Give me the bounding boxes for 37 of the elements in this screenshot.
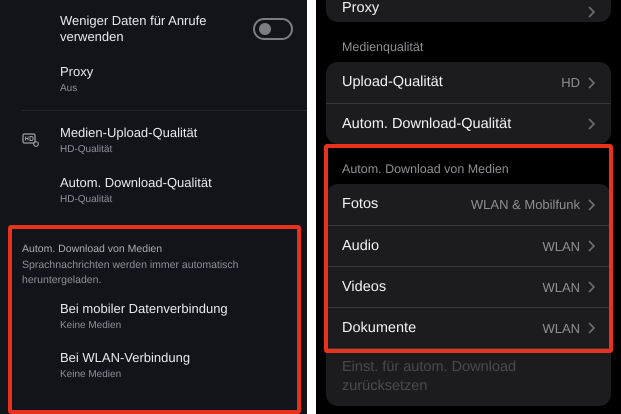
setting-value: HD-Qualität [60,192,114,206]
row-value: WLAN [542,280,580,294]
row-label: Proxy [342,0,380,18]
setting-value: Keine Medien [60,368,122,381]
settings-card[interactable]: Proxy [326,0,611,22]
section-description: Sprachnachrichten werden immer automatisch heruntergeladen. [21,258,240,288]
hd-settings-icon [22,132,40,148]
setting-title[interactable]: Proxy [60,64,293,80]
setting-value: Keine Medien [60,319,122,332]
section-header: Autom. Download von Medien [21,242,164,256]
row-value: HD [561,75,580,90]
row-label[interactable]: Upload-Qualität [342,73,554,92]
row-label[interactable]: Autom. Download-Qualität [342,114,580,134]
toggle-switch[interactable] [253,18,293,40]
setting-value: Aus [60,82,78,94]
setting-value: HD-Qualität [60,142,114,156]
chevron-icon [588,281,595,293]
chevron-icon [588,198,595,210]
row-value: WLAN & Mobilfunk [470,197,580,212]
row-value: WLAN [542,238,580,254]
setting-title[interactable]: Autom. Download-Qualität [60,174,293,190]
row-value: WLAN [542,320,580,336]
row-label[interactable]: Videos [342,278,534,296]
row-label[interactable]: Dokumente [342,318,534,338]
chevron-icon [588,240,595,252]
setting-title[interactable]: Medien-Upload-Qualität [60,124,293,140]
chevron-icon [588,322,595,334]
row-label[interactable]: Audio [342,236,534,256]
chevron-icon [588,6,595,18]
chevron-icon [588,76,595,88]
chevron-icon [588,118,595,130]
section-header: Medienqualität [341,39,424,56]
setting-title[interactable]: Bei WLAN-Verbindung [60,350,287,366]
section-header: Autom. Download von Medien [341,161,510,178]
row-label[interactable]: Fotos [342,195,463,214]
setting-title: Weniger Daten für Anrufe verwenden [60,13,208,45]
setting-title[interactable]: Bei mobiler Datenverbindung [60,301,287,317]
